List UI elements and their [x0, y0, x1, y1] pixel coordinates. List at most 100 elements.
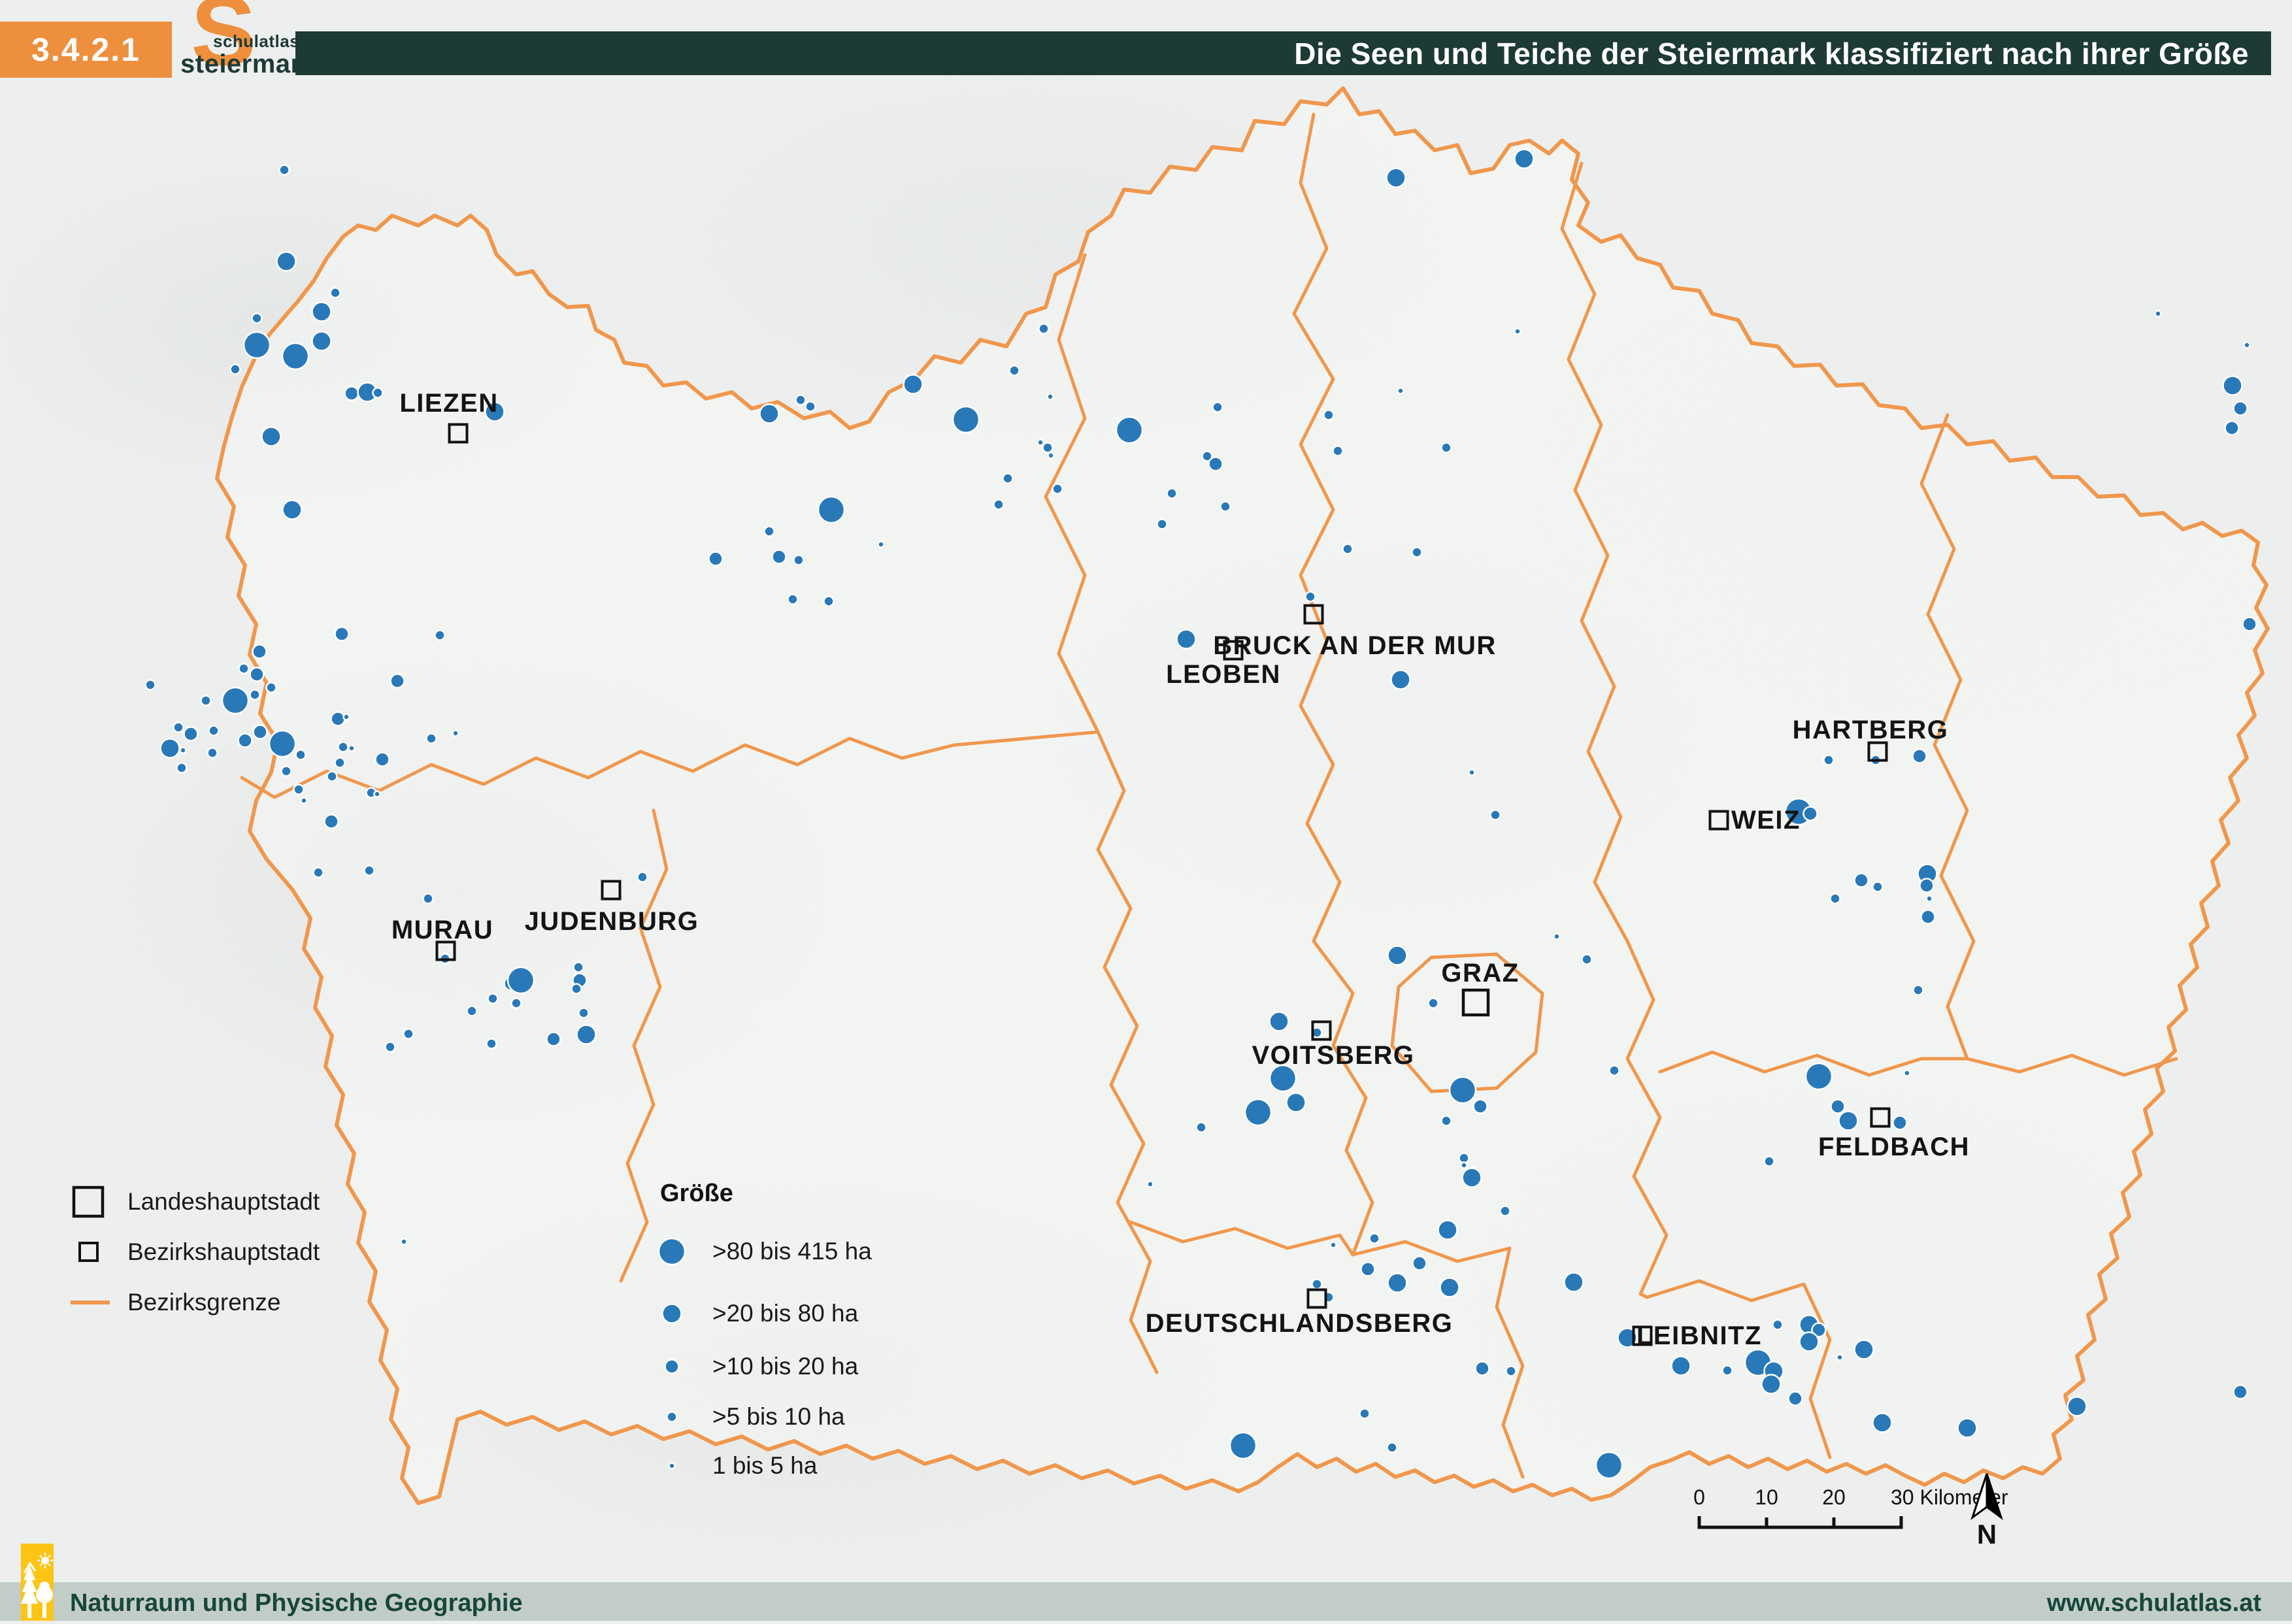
- lake-circle: [994, 500, 1004, 510]
- lake-circle: [1554, 934, 1560, 940]
- lake-circle: [435, 631, 445, 640]
- legend: Landeshauptstadt Bezirkshauptstadt Bezir…: [0, 1170, 1176, 1536]
- legend-bezirksgrenze-row: Bezirksgrenze: [71, 1289, 280, 1316]
- lake-circle: [331, 712, 345, 726]
- lake-circle: [201, 696, 211, 706]
- lake-circle: [1893, 1116, 1907, 1130]
- lake-circle: [1003, 474, 1013, 484]
- lake-circle: [1450, 1077, 1476, 1103]
- scale-bar-labels: 0102030 Kilometer: [1693, 1485, 2008, 1509]
- size-class-circle: [667, 1412, 677, 1422]
- lake-circle: [1388, 946, 1407, 965]
- lake-circle: [487, 1039, 497, 1049]
- size-class-label: >10 bis 20 ha: [712, 1353, 859, 1380]
- lake-circle: [1914, 986, 1923, 995]
- lake-circle: [1306, 592, 1316, 602]
- lake-circle: [579, 1008, 589, 1018]
- district-label-hartberg: HARTBERG: [1793, 716, 1949, 744]
- lake-circle: [391, 674, 405, 688]
- north-label: N: [1977, 1519, 1997, 1549]
- lake-circle: [1413, 1257, 1427, 1270]
- lake-circle: [1831, 894, 1840, 904]
- size-class-label: >80 bis 415 ha: [712, 1238, 872, 1265]
- lake-circle: [1442, 443, 1452, 453]
- lake-circle: [765, 527, 774, 537]
- lake-circle: [1927, 896, 1933, 902]
- scale-tick-label: 20: [1822, 1485, 1846, 1509]
- lake-circle: [373, 388, 383, 398]
- lake-circle: [1501, 1206, 1510, 1216]
- district-label-murau: MURAU: [391, 916, 493, 944]
- lake-circle: [335, 758, 345, 768]
- lake-circle: [1010, 366, 1020, 376]
- lake-circle: [222, 688, 248, 714]
- lake-circle: [1312, 1280, 1322, 1289]
- lake-circle: [1582, 955, 1592, 965]
- lake-circle: [331, 288, 340, 298]
- lake-circle: [404, 1029, 414, 1039]
- lake-circle: [1921, 910, 1935, 924]
- size-class-label: >20 bis 80 ha: [712, 1300, 859, 1327]
- legend-bezirkshauptstadt-row: Bezirkshauptstadt: [80, 1238, 320, 1265]
- legend-label-bezirksgrenze: Bezirksgrenze: [127, 1289, 280, 1316]
- lake-circle: [374, 791, 380, 797]
- lake-circle: [209, 726, 219, 736]
- lake-circle: [772, 550, 786, 564]
- lake-circle: [1039, 324, 1049, 334]
- lake-circle: [1177, 630, 1196, 649]
- lake-circle: [277, 252, 296, 271]
- lake-circle: [339, 742, 348, 752]
- lake-circle: [1197, 1123, 1206, 1133]
- size-class-label: >5 bis 10 ha: [712, 1403, 845, 1430]
- lake-circle: [365, 866, 374, 876]
- lake-circle: [1388, 1274, 1407, 1293]
- lake-circle: [2243, 618, 2257, 631]
- lake-circle: [574, 963, 584, 972]
- lake-circle: [1157, 520, 1167, 529]
- lake-circle: [1491, 810, 1501, 820]
- lake-circle: [2223, 376, 2242, 395]
- lake-circle: [1800, 1333, 1819, 1351]
- lake-circle: [1804, 807, 1818, 821]
- lake-circle: [1442, 1116, 1452, 1126]
- lake-circle: [386, 1042, 395, 1052]
- lake-circle: [1287, 1093, 1306, 1112]
- lake-circle: [294, 785, 304, 795]
- lake-circle: [953, 406, 979, 433]
- lake-circle: [1333, 446, 1343, 456]
- lake-circle: [1831, 1100, 1845, 1114]
- lake-circle: [508, 967, 534, 993]
- lake-circle: [1043, 443, 1053, 453]
- lake-circle: [1474, 1100, 1487, 1114]
- lake-circle: [1762, 1375, 1781, 1394]
- lake-circle: [1765, 1157, 1774, 1167]
- lake-circle: [1245, 1099, 1271, 1125]
- footer-section-title: Naturraum und Physische Geographie: [70, 1589, 523, 1617]
- lake-circle: [1789, 1392, 1802, 1406]
- lake-circle: [1053, 484, 1063, 494]
- lake-circle: [344, 714, 350, 720]
- legend-landeshauptstadt-row: Landeshauptstadt: [74, 1187, 320, 1216]
- lake-circle: [252, 314, 262, 323]
- lake-circle: [208, 748, 218, 758]
- lake-circle: [301, 798, 307, 804]
- lake-circle: [547, 1033, 561, 1046]
- lake-circle: [1506, 1367, 1516, 1376]
- footer-website-link[interactable]: www.schulatlas.at: [2047, 1589, 2261, 1617]
- lake-circle: [638, 872, 648, 882]
- lake-circle: [1116, 417, 1142, 443]
- lake-circle: [335, 627, 349, 641]
- lake-circle: [2244, 342, 2250, 348]
- district-label-leoben: LEOBEN: [1166, 660, 1281, 689]
- district-label-graz: GRAZ: [1441, 959, 1519, 987]
- lake-circle: [250, 690, 260, 700]
- nature-icon: [21, 1544, 54, 1621]
- scale-tick-label: 10: [1755, 1485, 1778, 1509]
- lake-circle: [1230, 1433, 1256, 1459]
- lake-circle: [1438, 1221, 1457, 1240]
- lake-circle: [161, 739, 180, 758]
- district-label-deutschlandsberg: DEUTSCHLANDSBERG: [1146, 1309, 1453, 1338]
- lake-circle: [312, 332, 331, 351]
- lake-circle: [239, 664, 249, 674]
- lake-circle: [1824, 755, 1834, 765]
